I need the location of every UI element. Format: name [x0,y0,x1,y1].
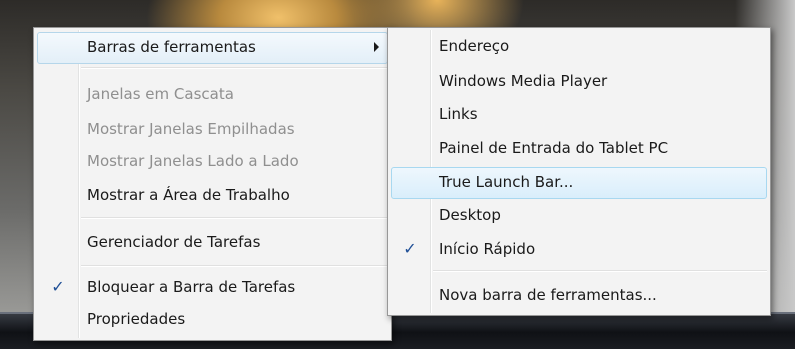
menu-separator [81,67,388,69]
menu-item-show-windows-side-by-side[interactable]: Mostrar Janelas Lado a Lado [37,146,388,178]
checkmark-icon: ✓ [403,239,417,258]
menu-item-cascade-windows[interactable]: Janelas em Cascata [37,79,388,111]
menu-item-label: Mostrar a Área de Trabalho [87,186,290,204]
menu-item-label: Mostrar Janelas Empilhadas [87,120,295,138]
menu-item-label: Início Rápido [439,240,536,258]
menu-item-label: Nova barra de ferramentas... [439,286,657,304]
toolbars-submenu: Endereço Windows Media Player Links Pain… [387,27,771,316]
submenu-item-new-toolbar[interactable]: Nova barra de ferramentas... [391,280,767,312]
menu-item-lock-taskbar[interactable]: ✓ Bloquear a Barra de Tarefas [37,272,388,304]
menu-item-label: Endereço [439,37,510,55]
menu-item-show-windows-stacked[interactable]: Mostrar Janelas Empilhadas [37,114,388,146]
menu-item-label: Windows Media Player [439,72,608,90]
menu-item-show-desktop[interactable]: Mostrar a Área de Trabalho [37,180,388,212]
menu-item-label: Painel de Entrada do Tablet PC [439,139,669,157]
menu-item-properties[interactable]: Propriedades [37,304,388,336]
submenu-item-true-launch-bar[interactable]: True Launch Bar... [391,167,767,199]
menu-item-label: Janelas em Cascata [87,85,234,103]
menu-item-toolbars[interactable]: Barras de ferramentas [37,32,388,64]
checkmark-icon: ✓ [51,277,65,296]
submenu-arrow-icon [374,42,379,52]
submenu-item-address[interactable]: Endereço [391,31,767,63]
menu-item-label: Links [439,105,478,123]
menu-separator [433,270,767,272]
menu-item-label: Desktop [439,206,501,224]
submenu-item-desktop[interactable]: Desktop [391,200,767,232]
menu-item-label: Bloquear a Barra de Tarefas [87,278,296,296]
submenu-item-windows-media-player[interactable]: Windows Media Player [391,66,767,98]
menu-item-label: Mostrar Janelas Lado a Lado [87,152,299,170]
submenu-item-tablet-pc-input-panel[interactable]: Painel de Entrada do Tablet PC [391,133,767,165]
menu-separator [81,265,388,267]
submenu-item-links[interactable]: Links [391,99,767,131]
menu-item-label: Barras de ferramentas [87,38,256,56]
menu-item-label: Propriedades [87,310,186,328]
menu-item-label: True Launch Bar... [439,173,574,191]
menu-item-task-manager[interactable]: Gerenciador de Tarefas [37,227,388,259]
menu-item-label: Gerenciador de Tarefas [87,233,261,251]
menu-separator [81,217,388,219]
submenu-item-quick-launch[interactable]: ✓ Início Rápido [391,234,767,266]
taskbar-context-menu: Barras de ferramentas Janelas em Cascata… [33,27,392,341]
